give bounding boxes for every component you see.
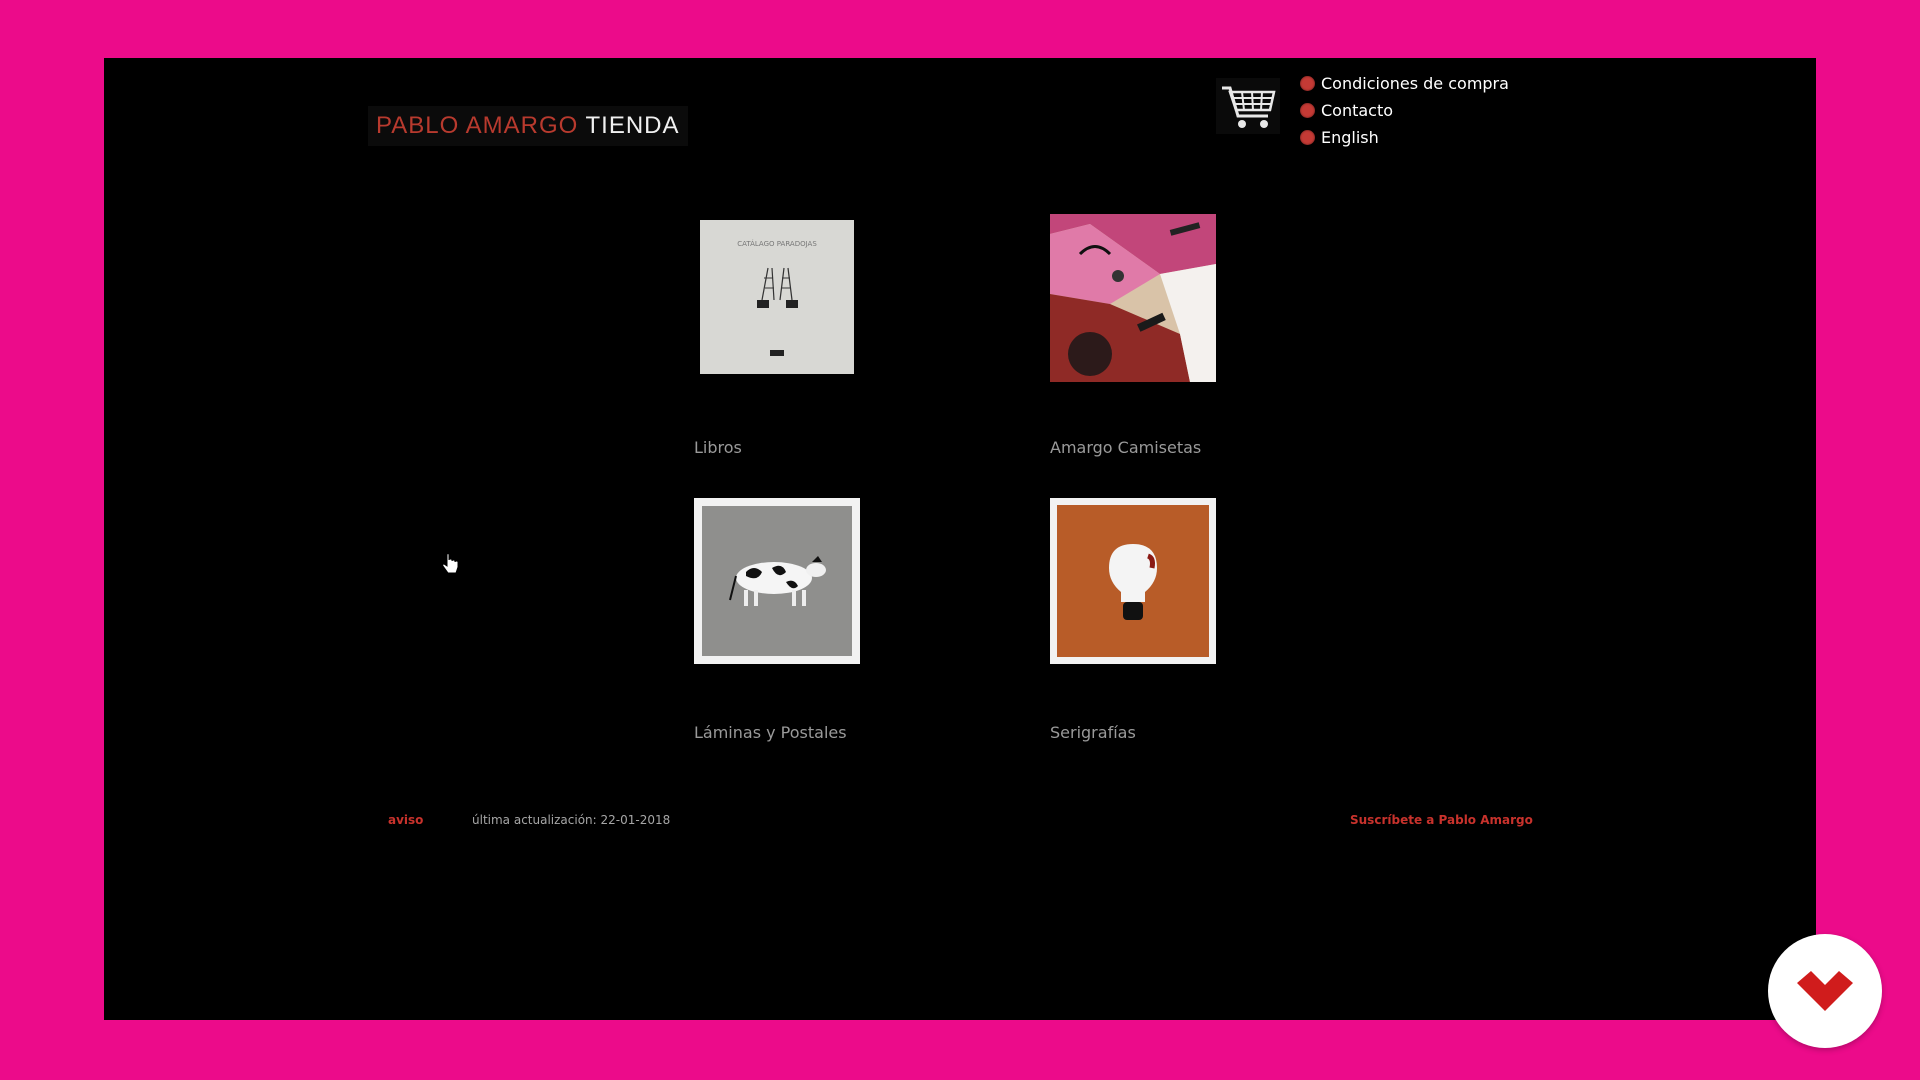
category-label-amargo-camisetas[interactable]: Amargo Camisetas <box>1050 438 1201 457</box>
top-navigation: Condiciones de compra Contacto English <box>1300 70 1509 151</box>
aviso-link[interactable]: aviso <box>388 813 423 827</box>
brand-badge-icon <box>1768 934 1882 1048</box>
subscribe-link[interactable]: Suscríbete a Pablo Amargo <box>1350 813 1533 827</box>
last-updated-text: última actualización: 22-01-2018 <box>472 813 671 827</box>
bullet-dot-icon <box>1300 103 1315 118</box>
logo-name: PABLO AMARGO <box>376 112 579 139</box>
logo-tienda: TIENDA <box>585 112 680 139</box>
category-label-libros[interactable]: Libros <box>694 438 742 457</box>
hand-pointer-icon <box>442 552 460 580</box>
browser-viewport: PABLO AMARGO TIENDA Condiciones de compr… <box>104 58 1816 1020</box>
nav-label: Contacto <box>1321 101 1394 120</box>
category-label-laminas-y-postales[interactable]: Láminas y Postales <box>694 723 847 742</box>
book-cover-title: CATÁLAGO PARADOJAS <box>737 239 817 248</box>
amargo-camisetas-thumbnail[interactable] <box>1050 214 1216 382</box>
libros-thumbnail[interactable]: CATÁLAGO PARADOJAS <box>700 220 854 374</box>
nav-condiciones-de-compra[interactable]: Condiciones de compra <box>1300 70 1509 97</box>
nav-label: Condiciones de compra <box>1321 74 1509 93</box>
shopping-cart-icon[interactable] <box>1216 78 1280 134</box>
laminas-postales-thumbnail[interactable] <box>694 498 860 664</box>
bullet-dot-icon <box>1300 130 1315 145</box>
nav-label: English <box>1321 128 1379 147</box>
nav-english[interactable]: English <box>1300 124 1509 151</box>
nav-contacto[interactable]: Contacto <box>1300 97 1509 124</box>
site-logo[interactable]: PABLO AMARGO TIENDA <box>368 106 688 146</box>
bullet-dot-icon <box>1300 76 1315 91</box>
category-label-serigrafias[interactable]: Serigrafías <box>1050 723 1136 742</box>
serigrafias-thumbnail[interactable] <box>1050 498 1216 664</box>
